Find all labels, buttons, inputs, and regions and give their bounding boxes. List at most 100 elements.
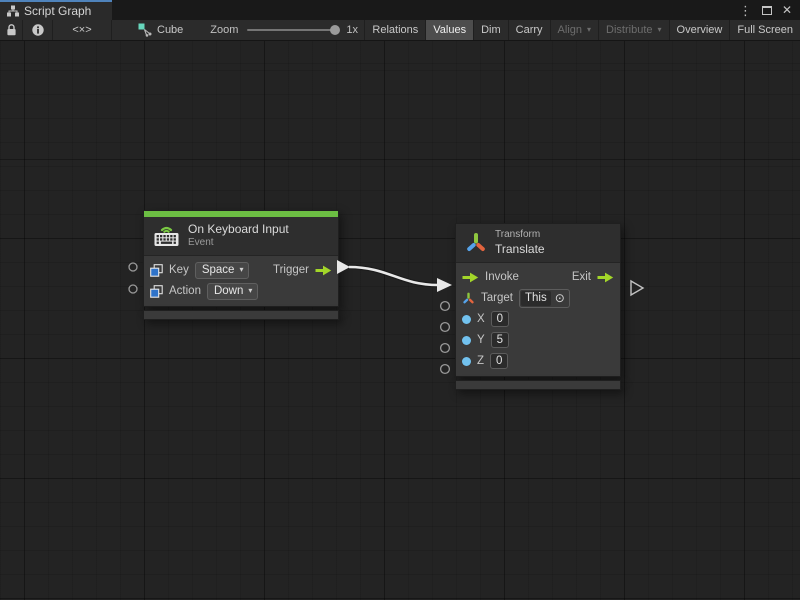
button-label: Full Screen: [737, 24, 793, 36]
key-dropdown-value: Space: [202, 264, 235, 276]
port-label-x: X: [477, 313, 485, 325]
zoom-label: Zoom: [210, 24, 238, 36]
flow-arrow-icon[interactable]: [597, 272, 614, 283]
lock-button[interactable]: [0, 20, 23, 40]
context-label: Cube: [157, 24, 183, 36]
toolbar-button-distribute[interactable]: Distribute ▾: [598, 20, 668, 40]
graph-context[interactable]: Cube: [138, 20, 183, 40]
button-label: Relations: [372, 24, 418, 36]
scope-picker-icon[interactable]: ⊙: [555, 292, 565, 304]
transform-type-icon: [462, 292, 475, 305]
node-category: Transform: [495, 229, 545, 242]
target-value: This: [521, 291, 551, 306]
node-title: Translate: [495, 242, 545, 257]
tab-script-graph[interactable]: Script Graph: [0, 0, 112, 20]
toolbar-button-align[interactable]: Align ▾: [550, 20, 598, 40]
node-header[interactable]: Transform Translate: [456, 224, 620, 263]
zoom-value: 1x: [346, 24, 358, 36]
toolbar-button-fullscreen[interactable]: Full Screen: [729, 20, 800, 40]
input-port-z[interactable]: [441, 365, 450, 374]
toolbar-toggles: Relations Values Dim Carry Align ▾ Distr…: [364, 20, 800, 40]
connections-overlay: [0, 41, 800, 600]
node-header[interactable]: On Keyboard Input Event: [144, 217, 338, 256]
input-port-key[interactable]: [129, 263, 137, 271]
button-label: Values: [433, 24, 466, 36]
port-label-z: Z: [477, 355, 484, 367]
port-row-y: Y 5: [462, 330, 614, 351]
lock-icon: [5, 23, 18, 37]
target-object-field[interactable]: This ⊙: [519, 289, 570, 308]
chevron-down-icon: ▾: [658, 26, 662, 34]
node-footer: [143, 310, 339, 320]
node-title-block: Transform Translate: [495, 229, 545, 257]
wire-end-arrow[interactable]: [437, 278, 452, 292]
port-label-trigger: Trigger: [273, 264, 309, 276]
code-preview-button[interactable]: <×>: [53, 20, 112, 40]
button-label: Distribute: [606, 24, 652, 36]
wire-trigger-invoke[interactable]: [349, 267, 438, 285]
port-label-y: Y: [477, 334, 485, 346]
key-dropdown[interactable]: Space ▾: [195, 262, 250, 279]
port-label-action: Action: [169, 285, 201, 297]
close-icon[interactable]: ✕: [782, 4, 792, 16]
chevron-down-icon: ▾: [248, 287, 252, 295]
code-glyph: <×>: [72, 24, 91, 36]
input-port-y[interactable]: [441, 344, 450, 353]
value-port-icon: [462, 315, 471, 324]
action-dropdown-value: Down: [214, 285, 243, 297]
zoom-slider-handle[interactable]: [330, 25, 340, 35]
port-label-target: Target: [481, 292, 513, 304]
enum-type-icon: [150, 285, 163, 298]
chevron-down-icon: ▾: [239, 266, 243, 274]
maximize-icon[interactable]: [762, 6, 772, 15]
input-port-action[interactable]: [129, 285, 137, 293]
node-title: On Keyboard Input: [188, 222, 289, 237]
port-label-exit: Exit: [572, 271, 591, 283]
port-row-key: Key Space ▾ Trigger: [150, 260, 332, 281]
info-icon: [31, 23, 45, 37]
zoom-control: Zoom 1x: [210, 20, 358, 40]
node-subtitle: Event: [188, 237, 289, 250]
y-value-input[interactable]: 5: [491, 332, 509, 348]
button-label: Dim: [481, 24, 501, 36]
chevron-down-icon: ▾: [587, 26, 591, 34]
inspector-button[interactable]: [23, 20, 53, 40]
node-footer: [455, 380, 621, 390]
port-row-invoke: Invoke Exit: [462, 267, 614, 288]
wire-shadow: [349, 267, 438, 285]
node-on-keyboard-input[interactable]: On Keyboard Input Event Key Space ▾: [143, 210, 339, 320]
window-menu-icon[interactable]: ⋮: [739, 4, 752, 17]
tab-bar: Script Graph ⋮ ✕: [0, 0, 800, 20]
port-row-z: Z 0: [462, 351, 614, 372]
script-graph-window: Script Graph ⋮ ✕ <×>: [0, 0, 800, 600]
port-row-action: Action Down ▾: [150, 281, 332, 302]
node-body: Key Space ▾ Trigger: [144, 256, 338, 306]
value-port-icon: [462, 357, 471, 366]
node-transform-translate[interactable]: Transform Translate Invoke Exit: [455, 223, 621, 390]
node-title-block: On Keyboard Input Event: [188, 222, 289, 250]
graph-canvas[interactable]: On Keyboard Input Event Key Space ▾: [0, 41, 800, 600]
port-row-x: X 0: [462, 309, 614, 330]
flow-arrow-icon[interactable]: [315, 265, 332, 276]
transform-icon: [465, 232, 487, 254]
graph-toolbar: <×> Cube Zoom 1x Relations Values: [0, 20, 800, 41]
enum-type-icon: [150, 264, 163, 277]
toolbar-button-dim[interactable]: Dim: [473, 20, 508, 40]
toolbar-button-overview[interactable]: Overview: [669, 20, 730, 40]
input-port-x[interactable]: [441, 323, 450, 332]
exit-flow-triangle[interactable]: [631, 281, 643, 295]
graph-pointer-icon: [138, 23, 152, 37]
toolbar-button-relations[interactable]: Relations: [364, 20, 425, 40]
input-port-target[interactable]: [441, 302, 450, 311]
zoom-slider[interactable]: [247, 29, 339, 31]
button-label: Align: [558, 24, 582, 36]
toolbar-button-values[interactable]: Values: [425, 20, 473, 40]
x-value-input[interactable]: 0: [491, 311, 509, 327]
action-dropdown[interactable]: Down ▾: [207, 283, 258, 300]
flow-arrow-icon[interactable]: [462, 272, 479, 283]
window-controls: ⋮ ✕: [739, 0, 800, 20]
toolbar-button-carry[interactable]: Carry: [508, 20, 550, 40]
port-label-invoke: Invoke: [485, 271, 519, 283]
node-body: Invoke Exit Ta: [456, 263, 620, 376]
z-value-input[interactable]: 0: [490, 353, 508, 369]
